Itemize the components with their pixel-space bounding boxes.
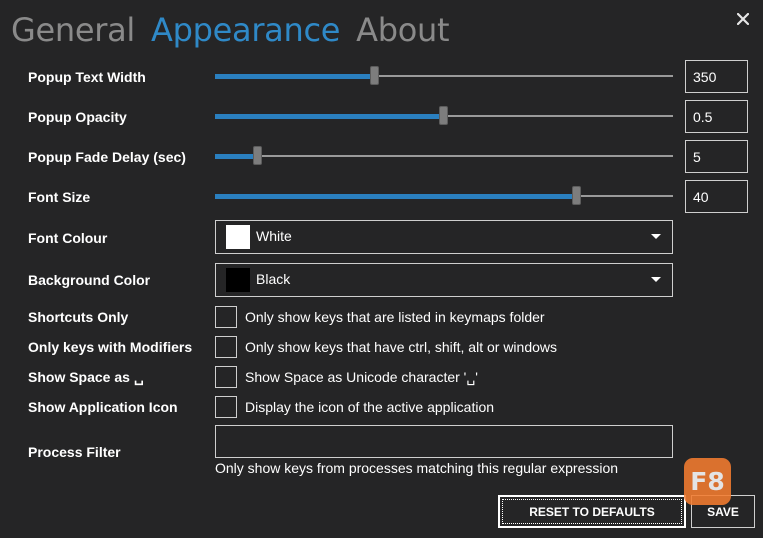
reset-to-defaults-button[interactable]: RESET TO DEFAULTS (498, 495, 686, 528)
tab-about[interactable]: About (356, 8, 449, 52)
popup-fade-delay-label: Popup Fade Delay (sec) (28, 149, 186, 165)
slider-track (215, 155, 673, 157)
background-color-dropdown[interactable]: Black (215, 263, 673, 297)
show-application-icon-description: Display the icon of the active applicati… (245, 399, 495, 415)
font-size-label: Font Size (28, 189, 91, 205)
chevron-down-icon (651, 234, 661, 239)
font-colour-dropdown[interactable]: White (215, 220, 673, 254)
font-size-input[interactable] (685, 180, 748, 213)
only-keys-with-modifiers-description: Only show keys that have ctrl, shift, al… (245, 339, 558, 355)
shortcuts-only-label: Shortcuts Only (28, 309, 129, 325)
process-filter-input[interactable] (215, 425, 673, 458)
popup-opacity-slider[interactable] (215, 106, 673, 126)
popup-text-width-slider[interactable] (215, 66, 673, 86)
popup-fade-delay-slider[interactable] (215, 146, 673, 166)
slider-thumb[interactable] (253, 146, 263, 165)
slider-fill (215, 154, 259, 159)
show-space-as-checkbox[interactable] (215, 366, 237, 388)
only-keys-with-modifiers-label: Only keys with Modifiers (28, 339, 193, 355)
font-colour-swatch (226, 225, 250, 249)
popup-opacity-label: Popup Opacity (28, 109, 127, 125)
popup-opacity-input[interactable] (685, 100, 748, 133)
popup-fade-delay-input[interactable] (685, 140, 748, 173)
slider-fill (215, 194, 577, 199)
chevron-down-icon (651, 277, 661, 282)
slider-fill (215, 114, 444, 119)
process-filter-hint: Only show keys from processes matching t… (215, 460, 619, 476)
shortcuts-only-checkbox[interactable] (215, 306, 237, 328)
show-application-icon-checkbox[interactable] (215, 396, 237, 418)
popup-text-width-input[interactable] (685, 60, 748, 93)
font-colour-value: White (256, 228, 292, 244)
slider-thumb[interactable] (439, 106, 448, 125)
tab-bar: General Appearance About (11, 8, 450, 52)
show-application-icon-label: Show Application Icon (28, 399, 178, 415)
show-space-as-label: Show Space as ␣ (28, 369, 144, 385)
shortcuts-only-description: Only show keys that are listed in keymap… (245, 309, 545, 325)
process-filter-label: Process Filter (28, 444, 121, 460)
tab-general[interactable]: General (11, 8, 135, 52)
show-space-as-description: Show Space as Unicode character '␣' (245, 369, 478, 385)
slider-fill (215, 74, 376, 79)
popup-text-width-label: Popup Text Width (28, 69, 146, 85)
background-color-swatch (226, 268, 250, 292)
background-color-value: Black (256, 271, 291, 287)
close-button[interactable] (732, 8, 754, 30)
tab-appearance[interactable]: Appearance (151, 8, 340, 52)
font-colour-label: Font Colour (28, 230, 108, 246)
slider-thumb[interactable] (571, 186, 581, 205)
background-color-label: Background Color (28, 272, 151, 288)
font-size-slider[interactable] (215, 186, 673, 206)
only-keys-with-modifiers-checkbox[interactable] (215, 336, 237, 358)
close-icon (737, 13, 749, 25)
keystroke-badge: F8 (684, 458, 731, 505)
slider-thumb[interactable] (370, 66, 380, 85)
